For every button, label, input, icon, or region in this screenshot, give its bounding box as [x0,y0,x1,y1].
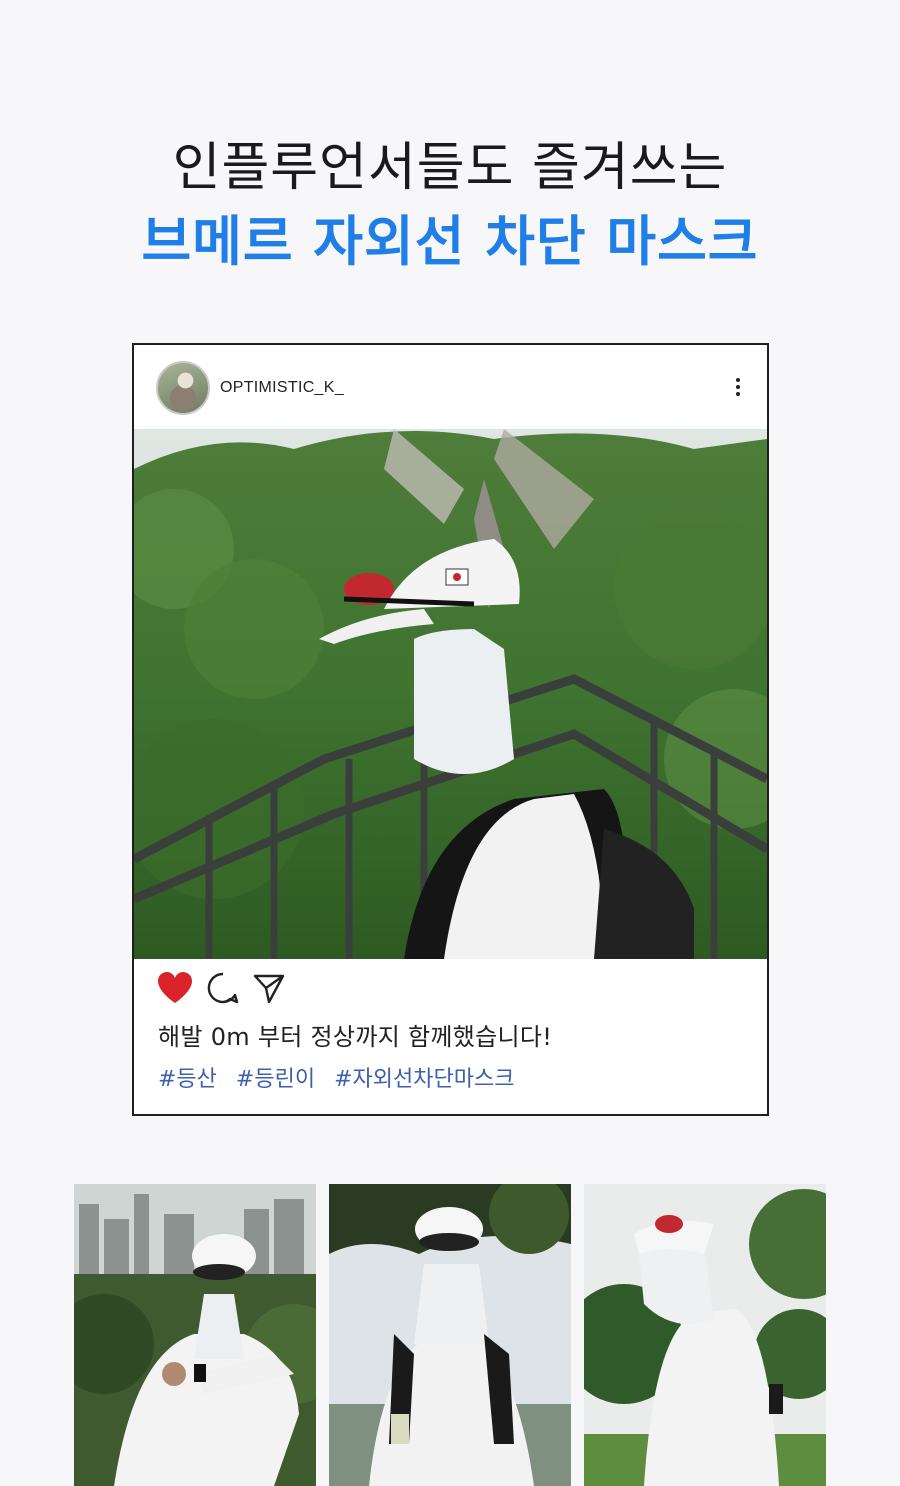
post-photo [134,429,767,959]
more-options-icon[interactable] [728,375,748,405]
hiker-mountain-photo [134,429,767,959]
post-header: OPTIMISTIC_K_ [134,345,767,429]
thumbnail-photo [584,1184,826,1486]
heart-icon[interactable] [156,971,194,1005]
hiker-park-photo [584,1184,826,1486]
headline-line1: 인플루언서들도 즐겨쓰는 [172,138,728,198]
hashtag[interactable]: #자외선차단마스크 [334,1067,514,1092]
hashtags: #등산 #등린이 #자외선차단마스크 [158,1061,526,1093]
post-actions [156,971,356,1005]
post-caption: 해발 0m 부터 정상까지 함께했습니다! [158,1023,553,1051]
headline-line2: 브메르 자외선 차단 마스크 [141,210,759,273]
instagram-post-card: OPTIMISTIC_K_ 해발 0m 부터 정상까지 함께했습니다! #등산 … [132,343,769,1116]
hashtag[interactable]: #등린이 [236,1067,315,1092]
hiker-city-photo [74,1184,316,1486]
username[interactable]: OPTIMISTIC_K_ [220,379,344,397]
thumbnail-photo [329,1184,571,1486]
share-icon[interactable] [252,971,286,1005]
comment-icon[interactable] [206,971,240,1005]
hashtag[interactable]: #등산 [158,1067,217,1092]
headline: 인플루언서들도 즐겨쓰는 브메르 자외선 차단 마스크 [0,132,900,280]
hiker-river-photo [329,1184,571,1486]
thumbnail-photo [74,1184,316,1486]
avatar[interactable] [156,361,210,415]
